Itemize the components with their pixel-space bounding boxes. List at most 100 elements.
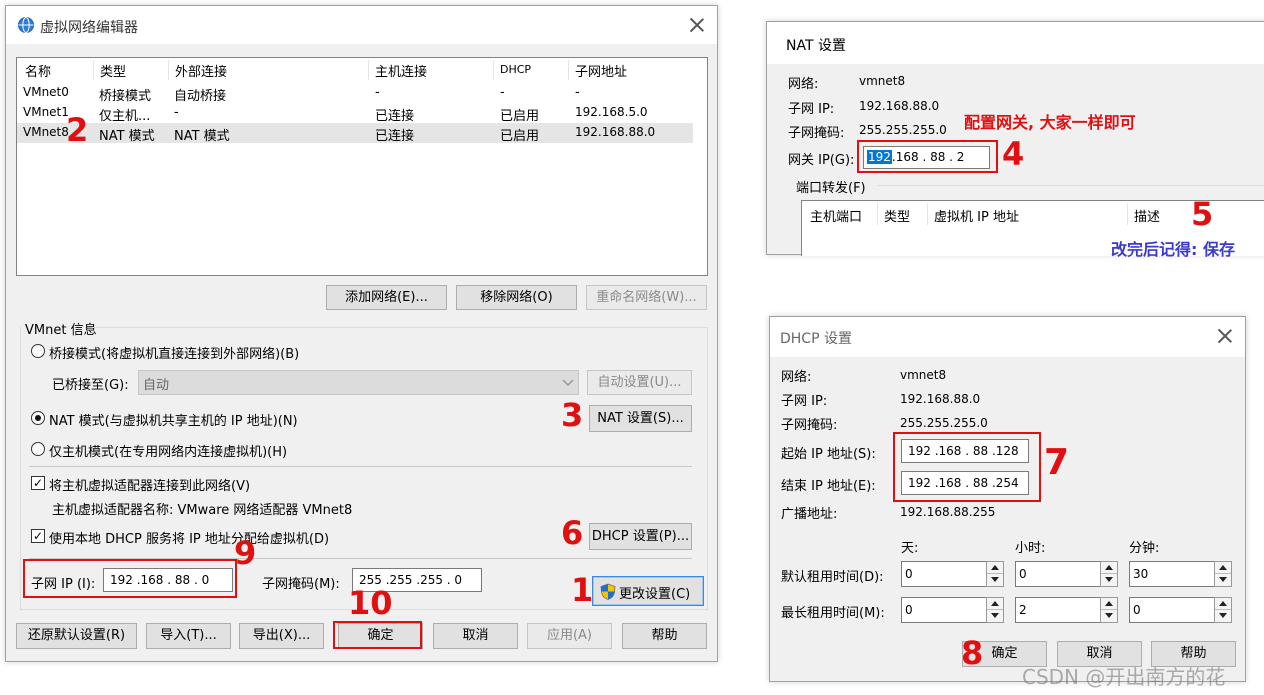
dhcp-subnet-ip-label: 子网 IP: bbox=[781, 394, 828, 409]
column-header-name[interactable]: 名称 bbox=[25, 61, 51, 80]
table-row[interactable]: VMnet0 桥接模式 自动桥接 - - - bbox=[17, 83, 693, 104]
rename-network-button[interactable]: 重命名网络(W)... bbox=[586, 285, 707, 310]
table-cell: 已连接 bbox=[375, 109, 415, 124]
column-header-subnet[interactable]: 子网地址 bbox=[575, 61, 627, 80]
table-cell: NAT 模式 bbox=[174, 129, 230, 144]
close-icon[interactable] bbox=[689, 17, 705, 33]
max-lease-minutes-spinner[interactable] bbox=[1214, 597, 1232, 623]
dhcp-network-label: 网络: bbox=[781, 370, 812, 385]
default-lease-minutes[interactable]: 30 bbox=[1129, 561, 1215, 587]
annotation-3: 3 bbox=[561, 396, 584, 434]
bridged-to-value: 自动 bbox=[143, 378, 170, 393]
apply-button[interactable]: 应用(A) bbox=[527, 623, 612, 649]
broadcast-label: 广播地址: bbox=[781, 507, 838, 522]
column-header-type[interactable]: 类型 bbox=[100, 61, 126, 80]
ok-highlight-box bbox=[333, 621, 422, 649]
connect-adapter-checkbox[interactable]: ✓ bbox=[31, 476, 45, 490]
network-table: 名称 类型 外部连接 主机连接 DHCP 子网地址 VMnet0 桥接模式 自动… bbox=[16, 57, 708, 276]
use-dhcp-checkbox[interactable]: ✓ bbox=[31, 529, 45, 543]
nat-gateway-label: 网关 IP(G): bbox=[788, 153, 855, 168]
table-cell: 192.168.88.0 bbox=[575, 125, 656, 139]
cancel-button[interactable]: 取消 bbox=[433, 623, 518, 649]
host-only-label[interactable]: 仅主机模式(在专用网络内连接虚拟机)(H) bbox=[49, 441, 287, 460]
annotation-4: 4 bbox=[1002, 135, 1025, 173]
default-lease-minutes-spinner[interactable] bbox=[1214, 561, 1232, 587]
port-col-description[interactable]: 描述 bbox=[1134, 206, 1160, 225]
close-icon[interactable] bbox=[1217, 328, 1233, 344]
nat-network-label: 网络: bbox=[788, 77, 819, 92]
dhcp-range-highlight-box bbox=[893, 432, 1041, 502]
bridged-to-select[interactable]: 自动 bbox=[138, 370, 579, 395]
gateway-highlight-box bbox=[857, 140, 998, 173]
change-settings-button[interactable]: 更改设置(C) bbox=[592, 576, 704, 606]
port-col-type[interactable]: 类型 bbox=[884, 206, 910, 225]
auto-settings-button[interactable]: 自动设置(U)... bbox=[587, 370, 692, 395]
port-col-host-port[interactable]: 主机端口 bbox=[810, 206, 862, 225]
nat-subnet-ip-label: 子网 IP: bbox=[788, 102, 835, 117]
export-button[interactable]: 导出(X)... bbox=[239, 623, 324, 649]
table-cell: VMnet1 bbox=[23, 105, 69, 119]
host-only-radio[interactable] bbox=[31, 442, 45, 456]
days-label: 天: bbox=[901, 541, 919, 556]
max-lease-label: 最长租用时间(M): bbox=[781, 606, 885, 621]
table-cell: - bbox=[575, 85, 580, 100]
gateway-note: 配置网关, 大家一样即可 bbox=[964, 113, 1136, 132]
bridge-mode-label[interactable]: 桥接模式(将虚拟机直接连接到外部网络)(B) bbox=[49, 343, 299, 362]
connect-adapter-label[interactable]: 将主机虚拟适配器连接到此网络(V) bbox=[49, 475, 250, 494]
use-dhcp-label[interactable]: 使用本地 DHCP 服务将 IP 地址分配给虚拟机(D) bbox=[49, 528, 329, 547]
table-cell: 桥接模式 bbox=[99, 89, 152, 104]
add-network-button[interactable]: 添加网络(E)... bbox=[326, 285, 447, 310]
dhcp-settings-button[interactable]: DHCP 设置(P)... bbox=[589, 523, 692, 550]
default-lease-hours[interactable]: 0 bbox=[1015, 561, 1101, 587]
remove-network-button[interactable]: 移除网络(O) bbox=[456, 285, 577, 310]
max-lease-days[interactable]: 0 bbox=[901, 597, 987, 623]
table-cell: 已启用 bbox=[500, 129, 540, 144]
default-lease-days[interactable]: 0 bbox=[901, 561, 987, 587]
title-bar: 虚拟网络编辑器 bbox=[6, 6, 717, 44]
max-lease-hours[interactable]: 2 bbox=[1015, 597, 1101, 623]
save-note: 改完后记得: 保存 bbox=[1111, 240, 1235, 259]
max-lease-minutes[interactable]: 0 bbox=[1129, 597, 1215, 623]
annotation-5: 5 bbox=[1191, 195, 1214, 233]
table-cell: - bbox=[174, 105, 179, 120]
table-cell: - bbox=[500, 85, 505, 100]
table-cell: 仅主机... bbox=[99, 109, 151, 124]
max-lease-hours-spinner[interactable] bbox=[1100, 597, 1118, 623]
minutes-label: 分钟: bbox=[1129, 541, 1160, 556]
port-col-vm-ip[interactable]: 虚拟机 IP 地址 bbox=[934, 206, 1019, 225]
annotation-8: 8 bbox=[961, 634, 984, 672]
help-button[interactable]: 帮助 bbox=[622, 623, 707, 649]
broadcast-value: 192.168.88.255 bbox=[900, 505, 996, 519]
nat-mode-radio[interactable] bbox=[31, 411, 45, 425]
nat-settings-button[interactable]: NAT 设置(S)... bbox=[589, 405, 692, 432]
max-lease-days-spinner[interactable] bbox=[986, 597, 1004, 623]
chevron-down-icon bbox=[562, 379, 574, 387]
nat-mode-label[interactable]: NAT 模式(与虚拟机共享主机的 IP 地址)(N) bbox=[49, 410, 298, 429]
dhcp-network-value: vmnet8 bbox=[900, 368, 947, 382]
restore-defaults-button[interactable]: 还原默认设置(R) bbox=[16, 623, 137, 649]
start-ip-label: 起始 IP 地址(S): bbox=[781, 447, 876, 462]
annotation-10: 10 bbox=[348, 584, 393, 622]
column-header-host[interactable]: 主机连接 bbox=[375, 61, 427, 80]
column-header-dhcp[interactable]: DHCP bbox=[500, 63, 531, 76]
annotation-7: 7 bbox=[1044, 442, 1070, 483]
dhcp-title-bar: DHCP 设置 bbox=[770, 317, 1245, 357]
column-header-external[interactable]: 外部连接 bbox=[175, 61, 227, 80]
table-row[interactable]: VMnet1 仅主机... - 已连接 已启用 192.168.5.0 bbox=[17, 103, 693, 124]
nat-title-bar: NAT 设置 bbox=[767, 22, 1264, 64]
csdn-watermark: CSDN @开出南方的花 bbox=[1022, 665, 1226, 689]
table-row-selected[interactable]: VMnet8 NAT 模式 NAT 模式 已连接 已启用 192.168.88.… bbox=[17, 123, 693, 144]
annotation-9: 9 bbox=[234, 534, 257, 572]
table-cell: - bbox=[375, 85, 380, 100]
window-title: 虚拟网络编辑器 bbox=[40, 20, 138, 36]
annotation-1: 1 bbox=[571, 571, 594, 609]
table-cell: VMnet8 bbox=[23, 125, 69, 139]
default-lease-hours-spinner[interactable] bbox=[1100, 561, 1118, 587]
bridge-mode-radio[interactable] bbox=[31, 344, 45, 358]
default-lease-days-spinner[interactable] bbox=[986, 561, 1004, 587]
import-button[interactable]: 导入(T)... bbox=[146, 623, 231, 649]
annotation-6: 6 bbox=[561, 514, 584, 552]
subnet-mask-label: 子网掩码(M): bbox=[262, 577, 340, 592]
adapter-name-label: 主机虚拟适配器名称: VMware 网络适配器 VMnet8 bbox=[52, 503, 353, 518]
table-cell: NAT 模式 bbox=[99, 129, 155, 144]
